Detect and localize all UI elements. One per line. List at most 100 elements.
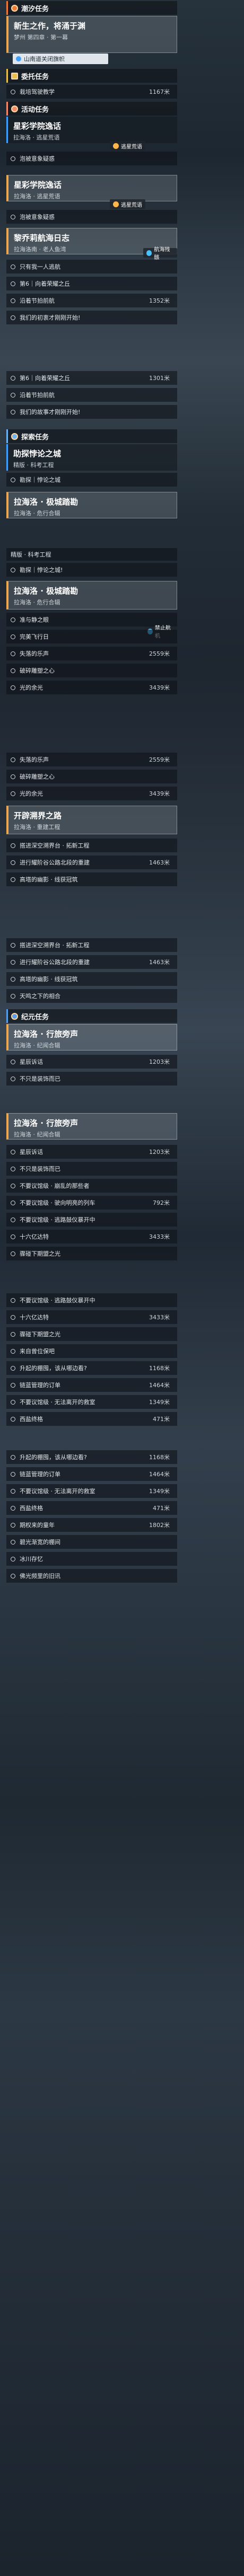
objective-row[interactable]: 星辰诉话 1203米	[6, 1055, 177, 1069]
section-header-commission[interactable]: 委托任务	[6, 69, 177, 83]
objective-marker-icon	[11, 1454, 15, 1460]
objective-row[interactable]: 准与静之眼	[6, 613, 177, 627]
objective-row[interactable]: 第6｜向着荣耀之丘 1301米	[6, 371, 177, 385]
objective-row[interactable]: 不要议馆级 · 逃路鼓仪暴开中	[6, 1293, 177, 1307]
map-pin-tag[interactable]: 逃星荒语	[110, 199, 145, 209]
quest-card[interactable]: 拉海洛 · 极城踏勘 拉海洛 · 危行合辑	[6, 581, 177, 610]
objective-row[interactable]: 沿着节拍前航	[6, 388, 177, 402]
quest-title: 拉海洛 · 极城踏勘	[14, 586, 79, 596]
quest-card[interactable]: 星彩学院逸话 拉海洛 · 逃星荒语	[6, 117, 177, 143]
quest-subtitle: 梦州 第四章 · 第一幕	[14, 34, 68, 41]
quest-card[interactable]: 助探悖论之城 精版 · 科考工程	[6, 444, 177, 471]
objective-row[interactable]: 只有我一人逃航	[6, 260, 177, 274]
objective-marker-icon	[11, 89, 15, 94]
objective-marker-icon	[11, 1251, 15, 1256]
objective-row[interactable]: 破碎雕塑之心	[6, 664, 177, 677]
quest-track-button[interactable]: 山南道关闭旗帜	[13, 54, 108, 64]
objective-row[interactable]: 佛光频里的旧讯	[6, 1569, 177, 1583]
objective-row[interactable]: 不要议馆级 · 无法离开的救室 1349米	[6, 1395, 177, 1409]
objective-row[interactable]: 失落的乐声 2559米	[6, 753, 177, 766]
objective-row[interactable]: 泡被意象疑惑	[6, 210, 177, 224]
objective-row[interactable]: 完美飞行日	[6, 630, 177, 643]
objective-row[interactable]: 我们的故事才刚刚开始!	[6, 405, 177, 419]
activity-quest-icon	[11, 105, 18, 112]
objective-marker-icon	[11, 1488, 15, 1494]
objective-row[interactable]: 西盐终格 471米	[6, 1501, 177, 1515]
objective-marker-icon	[11, 1556, 15, 1562]
quest-title: 星彩学院逸话	[14, 180, 62, 190]
objective-marker-icon	[11, 877, 15, 882]
section-header-explore[interactable]: 探索任务	[6, 429, 177, 443]
quest-card[interactable]: 星彩学院逸话 拉海洛 · 逃星荒语	[6, 175, 177, 201]
objective-row[interactable]: 搭进深空溯界台 · 拓新工程	[6, 938, 177, 952]
objective-marker-icon	[11, 757, 15, 762]
objective-row[interactable]: 光的余光 3439米	[6, 681, 177, 694]
objective-row[interactable]: 进行耀阶谷公路北段的重建 1463米	[6, 955, 177, 969]
objective-row[interactable]: 栽培驾驶教学 1167米	[6, 85, 177, 99]
objective-row[interactable]: 期权来的童年 1802米	[6, 1518, 177, 1532]
objective-marker-icon	[11, 298, 15, 303]
objective-row[interactable]: 来自曾位保吧	[6, 1344, 177, 1358]
objective-row[interactable]: 破碎雕塑之心	[6, 770, 177, 783]
objective-row[interactable]: 碧光渐宽的棚间	[6, 1535, 177, 1549]
objective-row[interactable]: 我们的初衷才刚刚开始!	[6, 311, 177, 324]
objective-row[interactable]: 高塔的幽影 · 线获冠筑	[6, 872, 177, 886]
objective-row[interactable]: 骤碰下期盟之光	[6, 1247, 177, 1260]
objective-row[interactable]: 不要议馆级 · 崩乱的那些者	[6, 1179, 177, 1193]
map-pin-tag[interactable]: 航海残骸	[143, 247, 177, 261]
objective-row[interactable]: 不要议馆级 · 无法离开的救室 1349米	[6, 1484, 177, 1498]
quest-card[interactable]: 新生之作，将涌于渊 梦州 第四章 · 第一幕 山南道关闭旗帜	[6, 16, 177, 64]
objective-row[interactable]: 十六亿达特 3433米	[6, 1230, 177, 1243]
objective-row[interactable]: 不只是装饰而已	[6, 1072, 177, 1086]
objective-row[interactable]: 链蓝管理的订单 1464米	[6, 1467, 177, 1481]
quest-subtitle: 拉海洛 · 重建工程	[14, 824, 60, 831]
objective-marker-icon	[11, 1416, 15, 1422]
objective-row[interactable]: 不要议馆级 · 驶向明亮的列车 792米	[6, 1196, 177, 1210]
objective-row[interactable]: 勘探｜悖论之城!	[6, 563, 177, 577]
commission-quest-icon	[11, 72, 18, 80]
quest-title: 拉海洛 · 行旅旁声	[14, 1029, 79, 1039]
quest-card[interactable]: 开辟溯界之路 拉海洛 · 重建工程	[6, 806, 177, 834]
quest-card[interactable]: 拉海洛 · 行旅旁声 拉海洛 · 纪闻合辑	[6, 1113, 177, 1140]
section-header-story[interactable]: 潮汐任务	[6, 1, 177, 15]
section-header-jc[interactable]: 纪元任务	[6, 1009, 177, 1023]
objective-marker-icon	[11, 843, 15, 848]
objective-row[interactable]: 搭进深空溯界台 · 拓新工程	[6, 839, 177, 852]
objective-row[interactable]: 骤碰下期盟之光	[6, 1327, 177, 1341]
objective-marker-icon	[11, 1315, 15, 1320]
objective-row[interactable]: 升起的棚囤，该从哪边看? 1168米	[6, 1450, 177, 1464]
objective-row[interactable]: 沿着节拍前航 1352米	[6, 294, 177, 307]
quest-card[interactable]: 拉海洛 · 行旅旁声 拉海洛 · 纪闻合辑	[6, 1024, 177, 1051]
objective-marker-icon	[11, 1166, 15, 1171]
map-pin-tag[interactable]: 逃星荒语	[110, 141, 145, 151]
objective-marker-icon	[11, 1471, 15, 1477]
objective-row[interactable]: 冰川存忆	[6, 1552, 177, 1566]
objective-row[interactable]: 升起的棚囤，该从哪边看? 1168米	[6, 1361, 177, 1375]
objective-marker-icon	[11, 315, 15, 320]
objective-row[interactable]: 光的余光 3439米	[6, 787, 177, 800]
objective-marker-icon	[11, 1539, 15, 1545]
objective-row[interactable]: 失落的乐声 2559米	[6, 647, 177, 660]
quest-subtitle: 拉海洛 · 纪闻合辑	[14, 1042, 60, 1049]
objective-row[interactable]: 十六亿达特 3433米	[6, 1310, 177, 1324]
objective-row[interactable]: 泡被意象疑惑	[6, 152, 177, 165]
objective-row[interactable]: 不要议馆级 · 逃路鼓仪暴开中	[6, 1213, 177, 1227]
objective-marker-icon	[11, 860, 15, 865]
section-header-activity[interactable]: 活动任务	[6, 102, 177, 116]
quest-subtitle: 拉海洛 · 危行合辑	[14, 510, 60, 517]
objective-row[interactable]: 勘探｜悖论之城	[6, 473, 177, 487]
jc-quest-icon	[11, 1012, 18, 1020]
objective-row[interactable]: 天鸣之下的相合	[6, 989, 177, 1003]
objective-marker-icon	[11, 634, 15, 639]
objective-row[interactable]: 西盐终格 471米	[6, 1412, 177, 1426]
quest-card[interactable]: 拉海洛 · 极城踏勘 拉海洛 · 危行合辑	[6, 492, 177, 518]
objective-row[interactable]: 不只是装饰而已	[6, 1162, 177, 1176]
objective-marker-icon	[11, 651, 15, 656]
objective-row[interactable]: 进行耀阶谷公路北段的重建 1463米	[6, 855, 177, 869]
pin-icon	[113, 143, 119, 149]
objective-row[interactable]: 第6｜向着荣耀之丘	[6, 277, 177, 290]
quest-subtitle: 精版 · 科考工程	[13, 462, 54, 469]
objective-row[interactable]: 高塔的幽影 · 线获冠筑	[6, 972, 177, 986]
objective-row[interactable]: 链蓝管理的订单 1464米	[6, 1378, 177, 1392]
objective-row[interactable]: 星辰诉话 1203米	[6, 1145, 177, 1159]
